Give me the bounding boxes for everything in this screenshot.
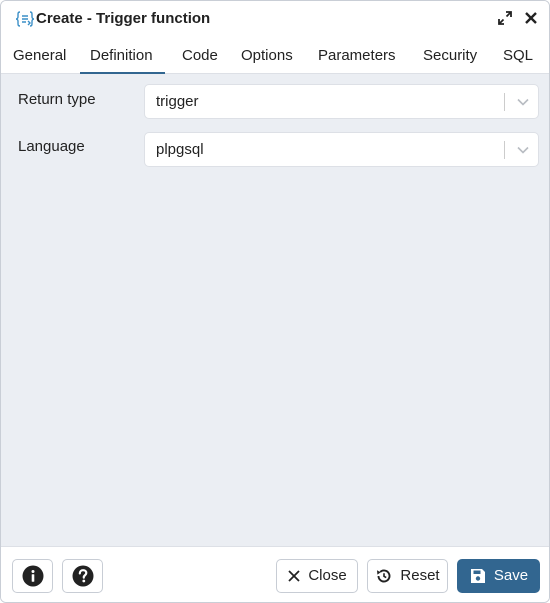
language-value: plpgsql	[156, 141, 204, 158]
return-type-label: Return type	[18, 91, 96, 108]
chevron-down-icon[interactable]	[516, 95, 530, 109]
dialog-footer: Close Reset Save	[1, 546, 549, 602]
maximize-icon[interactable]	[497, 10, 513, 26]
info-button[interactable]	[12, 559, 53, 593]
tab-general[interactable]: General	[13, 37, 66, 74]
tab-sql[interactable]: SQL	[503, 37, 533, 74]
close-icon[interactable]	[523, 10, 539, 26]
dialog-tabs: General Definition Code Options Paramete…	[1, 37, 549, 75]
reset-icon	[377, 569, 391, 583]
trigger-function-icon	[15, 10, 35, 28]
close-button[interactable]: Close	[276, 559, 358, 593]
help-icon	[72, 565, 93, 587]
create-trigger-function-dialog: Create - Trigger function General Defini…	[0, 0, 550, 603]
tab-parameters[interactable]: Parameters	[318, 37, 396, 74]
reset-button[interactable]: Reset	[367, 559, 448, 593]
dialog-titlebar[interactable]: Create - Trigger function	[1, 1, 549, 37]
info-icon	[22, 565, 43, 587]
dialog-title: Create - Trigger function	[36, 10, 211, 27]
language-label: Language	[18, 138, 85, 155]
reset-button-label: Reset	[400, 567, 440, 584]
close-button-label: Close	[308, 567, 347, 584]
tab-definition[interactable]: Definition	[80, 37, 165, 75]
tab-options[interactable]: Options	[241, 37, 293, 74]
language-select[interactable]: plpgsql	[144, 132, 539, 167]
save-button[interactable]: Save	[457, 559, 540, 593]
tab-code[interactable]: Code	[182, 37, 218, 74]
return-type-select[interactable]: trigger	[144, 84, 539, 119]
help-button[interactable]	[62, 559, 103, 593]
close-icon	[288, 570, 300, 582]
return-type-value: trigger	[156, 93, 199, 110]
select-separator	[504, 93, 505, 111]
save-button-label: Save	[493, 567, 529, 584]
save-icon	[470, 569, 485, 583]
chevron-down-icon[interactable]	[516, 143, 530, 157]
tab-security[interactable]: Security	[423, 37, 477, 74]
definition-panel: Return type trigger Language plpgsql	[1, 74, 549, 546]
select-separator	[504, 141, 505, 159]
